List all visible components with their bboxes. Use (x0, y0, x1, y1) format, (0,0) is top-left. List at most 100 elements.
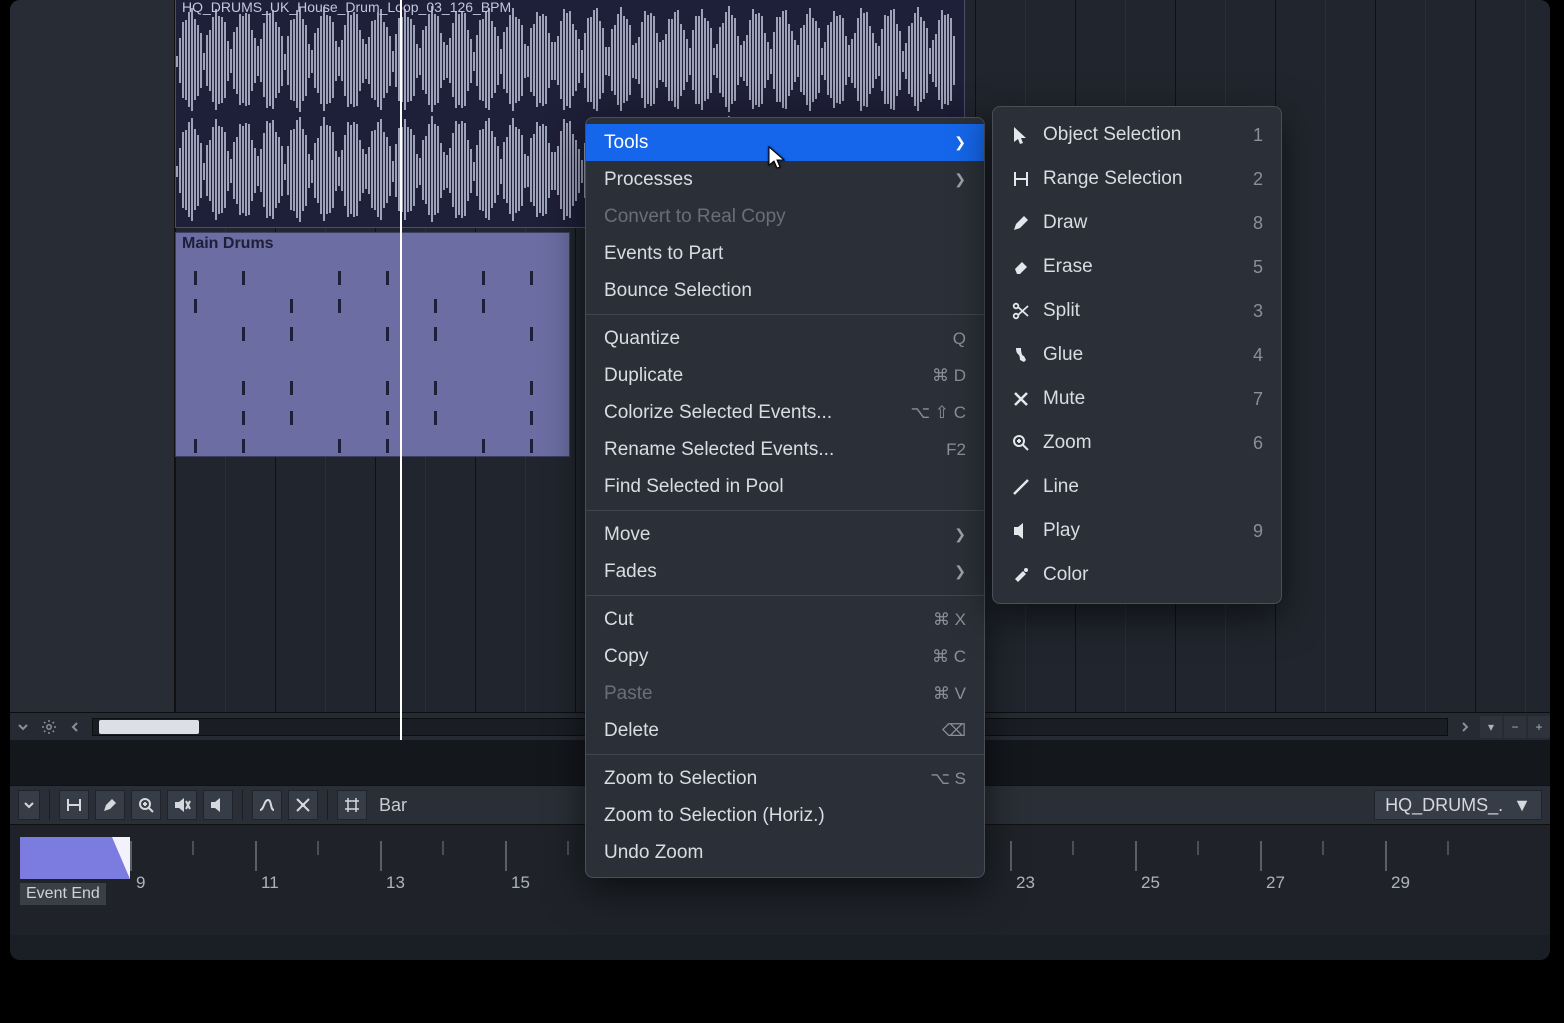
zoom-in-button[interactable]: + (1528, 716, 1550, 738)
separator (49, 790, 50, 820)
menu-item[interactable]: Find Selected in Pool (586, 468, 984, 505)
menu-item-label: Cut (604, 609, 923, 631)
scissors-icon (1007, 301, 1035, 321)
event-end-label: Event End (20, 883, 106, 905)
ruler-number: 15 (511, 873, 530, 893)
ruler-number: 13 (386, 873, 405, 893)
menu-item[interactable]: Tools❯ (586, 124, 984, 161)
submenu-item-label: Mute (1043, 388, 1243, 410)
menu-item-shortcut: ⌥ ⇧ C (910, 403, 966, 423)
gear-icon[interactable] (36, 714, 62, 740)
snap-value-label[interactable]: Bar (379, 795, 407, 816)
submenu-item-label: Play (1043, 520, 1243, 542)
submenu-item[interactable]: Draw8 (993, 201, 1281, 245)
menu-item[interactable]: Quantize Q (586, 320, 984, 357)
submenu-item-shortcut: 5 (1253, 257, 1263, 278)
zoom-preset-button[interactable]: ▾ (1480, 716, 1502, 738)
ruler-number: 25 (1141, 873, 1160, 893)
menu-item-label: Zoom to Selection (Horiz.) (604, 805, 966, 827)
menu-item-shortcut: ⌘ C (932, 647, 966, 667)
midi-clip[interactable]: Main Drums (175, 232, 570, 457)
context-menu[interactable]: Tools❯Processes❯Convert to Real CopyEven… (585, 117, 985, 878)
playhead-cursor[interactable] (400, 0, 402, 740)
submenu-item-shortcut: 6 (1253, 433, 1263, 454)
submenu-item[interactable]: Glue 4 (993, 333, 1281, 377)
submenu-item-shortcut: 1 (1253, 125, 1263, 146)
glue-icon (1007, 345, 1035, 365)
menu-item-label: Rename Selected Events... (604, 439, 936, 461)
submenu-item-shortcut: 9 (1253, 521, 1263, 542)
scroll-left-icon[interactable] (62, 714, 88, 740)
play-tool-button[interactable] (203, 790, 233, 820)
submenu-item-label: Line (1043, 476, 1253, 498)
submenu-item-shortcut: 2 (1253, 169, 1263, 190)
ruler-number: 29 (1391, 873, 1410, 893)
mute-tool-button[interactable] (167, 790, 197, 820)
menu-item[interactable]: Bounce Selection (586, 272, 984, 309)
menu-item[interactable]: Colorize Selected Events...⌥ ⇧ C (586, 394, 984, 431)
menu-item[interactable]: Delete⌫ (586, 712, 984, 749)
menu-item[interactable]: Fades❯ (586, 553, 984, 590)
menu-item-shortcut: Q (953, 329, 966, 349)
submenu-item[interactable]: Line (993, 465, 1281, 509)
clip-selector-label: HQ_DRUMS_. (1385, 795, 1503, 816)
submenu-item[interactable]: Mute7 (993, 377, 1281, 421)
menu-item[interactable]: Cut⌘ X (586, 601, 984, 638)
submenu-item[interactable]: Color (993, 553, 1281, 597)
menu-item-label: Convert to Real Copy (604, 206, 966, 228)
menu-item[interactable]: Rename Selected Events...F2 (586, 431, 984, 468)
submenu-item-label: Erase (1043, 256, 1243, 278)
submenu-item[interactable]: Zoom6 (993, 421, 1281, 465)
submenu-item[interactable]: Object Selection1 (993, 113, 1281, 157)
snap-crossings-button[interactable] (288, 790, 318, 820)
submenu-item[interactable]: Play 9 (993, 509, 1281, 553)
midi-clip-title: Main Drums (182, 235, 274, 253)
chevron-down-icon[interactable] (10, 714, 36, 740)
chevron-right-icon: ❯ (954, 563, 966, 580)
separator (242, 790, 243, 820)
menu-item[interactable]: Duplicate⌘ D (586, 357, 984, 394)
range-tool-button[interactable] (59, 790, 89, 820)
eraser-icon (1007, 257, 1035, 277)
menu-item[interactable]: Move❯ (586, 516, 984, 553)
menu-item[interactable]: Zoom to Selection (Horiz.) (586, 797, 984, 834)
menu-item-label: Copy (604, 646, 922, 668)
mute-icon (1007, 389, 1035, 409)
range-icon (1007, 169, 1035, 189)
submenu-item[interactable]: Range Selection 2 (993, 157, 1281, 201)
zoom-out-button[interactable]: − (1504, 716, 1526, 738)
clip-selector-dropdown[interactable]: HQ_DRUMS_. ▼ (1374, 790, 1542, 820)
chevron-right-icon: ❯ (954, 171, 966, 188)
submenu-item-label: Range Selection (1043, 168, 1243, 190)
tools-submenu[interactable]: Object Selection1Range Selection2Draw8Er… (992, 106, 1282, 604)
chevron-down-icon[interactable] (18, 790, 40, 820)
menu-item-label: Quantize (604, 328, 943, 350)
menu-item[interactable]: Processes❯ (586, 161, 984, 198)
curve-tool-button[interactable] (252, 790, 282, 820)
fade-out-handle[interactable] (112, 837, 130, 879)
menu-separator (586, 510, 984, 511)
menu-item[interactable]: Zoom to Selection⌥ S (586, 760, 984, 797)
chevron-right-icon: ❯ (954, 134, 966, 151)
submenu-item-label: Draw (1043, 212, 1243, 234)
draw-tool-button[interactable] (95, 790, 125, 820)
menu-item[interactable]: Events to Part (586, 235, 984, 272)
grid-type-button[interactable] (337, 790, 367, 820)
menu-item[interactable]: Undo Zoom (586, 834, 984, 871)
event-overview-clip[interactable] (20, 837, 130, 879)
zoom-icon (1007, 433, 1035, 453)
menu-separator (586, 595, 984, 596)
zoom-tool-button[interactable] (131, 790, 161, 820)
menu-item-label: Delete (604, 720, 932, 742)
menu-item: Paste⌘ V (586, 675, 984, 712)
scroll-right-icon[interactable] (1452, 714, 1478, 740)
menu-item-label: Processes (604, 169, 954, 191)
menu-item-label: Move (604, 524, 954, 546)
submenu-item[interactable]: Split3 (993, 289, 1281, 333)
submenu-item-shortcut: 4 (1253, 345, 1263, 366)
midi-notes (176, 261, 569, 451)
menu-item[interactable]: Copy ⌘ C (586, 638, 984, 675)
submenu-item[interactable]: Erase 5 (993, 245, 1281, 289)
submenu-item-label: Glue (1043, 344, 1243, 366)
scrollbar-thumb[interactable] (99, 720, 199, 734)
